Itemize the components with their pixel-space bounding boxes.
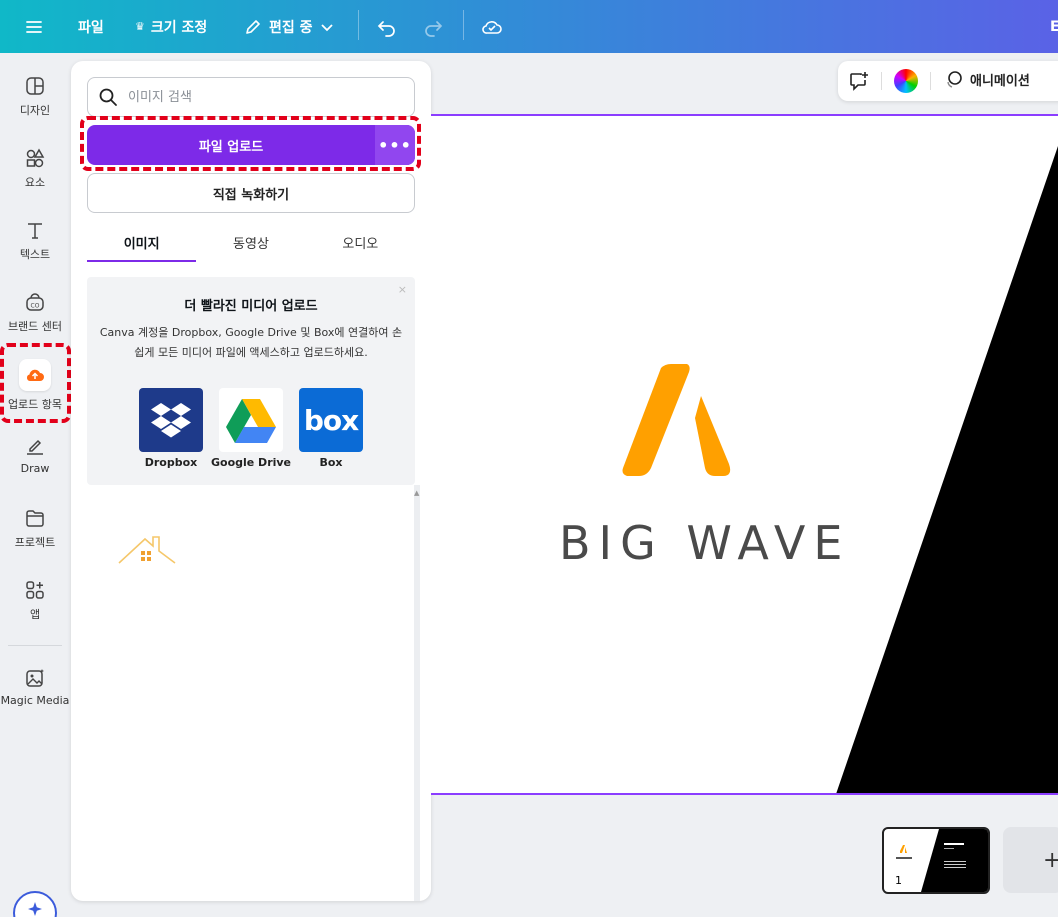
editing-label: 편집 중 bbox=[269, 19, 313, 36]
page-thumbnail[interactable]: 1 bbox=[882, 827, 990, 894]
add-page-button[interactable]: + bbox=[1003, 827, 1058, 893]
design-icon bbox=[26, 77, 44, 95]
search-icon bbox=[99, 88, 117, 106]
record-yourself-button[interactable]: 직접 녹화하기 bbox=[87, 173, 415, 213]
promo-title: 더 빨라진 미디어 업로드 bbox=[184, 299, 318, 314]
rail-item-text[interactable]: 텍스트 bbox=[0, 219, 70, 262]
media-type-tabs: 이미지 동영상 오디오 bbox=[87, 223, 415, 262]
resize-button[interactable]: ♛ 크기 조정 bbox=[135, 0, 207, 53]
upload-button-highlight-outline bbox=[80, 116, 421, 171]
tab-label: 동영상 bbox=[233, 236, 269, 252]
hamburger-icon bbox=[26, 20, 42, 33]
animation-icon bbox=[947, 71, 962, 88]
rail-divider bbox=[8, 645, 62, 646]
dropbox-connect-button[interactable]: Dropbox bbox=[135, 388, 207, 469]
tab-images[interactable]: 이미지 bbox=[87, 223, 197, 262]
tab-label: 이미지 bbox=[123, 236, 160, 252]
dropbox-icon bbox=[139, 388, 203, 452]
toolbar-divider bbox=[358, 10, 359, 40]
left-rail: 디자인 요소 텍스트 CO 브랜드 센터 업로드 항목 Draw 프로젝트 앱 … bbox=[0, 53, 70, 917]
color-wheel-icon[interactable] bbox=[894, 69, 918, 93]
box-connect-button[interactable]: box Box bbox=[295, 388, 367, 469]
brand-name-text[interactable]: BIG WAVE bbox=[559, 516, 850, 570]
file-menu-label: 파일 bbox=[78, 19, 104, 36]
animate-button[interactable]: 애니메이션 bbox=[944, 69, 1030, 89]
undo-icon bbox=[377, 20, 395, 37]
rail-item-label: 앱 bbox=[29, 608, 41, 621]
black-diagonal-shape bbox=[836, 146, 1058, 793]
service-label: Google Drive bbox=[210, 456, 292, 469]
rail-item-design[interactable]: 디자인 bbox=[0, 75, 70, 118]
menu-button[interactable] bbox=[24, 0, 44, 53]
record-yourself-label: 직접 녹화하기 bbox=[212, 187, 290, 203]
image-search-field[interactable] bbox=[87, 77, 415, 117]
panel-scrollbar[interactable] bbox=[414, 485, 420, 901]
elements-icon bbox=[26, 148, 45, 168]
rail-item-label: 텍스트 bbox=[19, 248, 51, 261]
rail-item-label: 요소 bbox=[24, 176, 46, 189]
draw-icon bbox=[27, 439, 43, 455]
pencil-icon bbox=[246, 19, 260, 34]
rail-item-draw[interactable]: Draw bbox=[0, 435, 70, 475]
apps-icon bbox=[26, 581, 44, 599]
topbar-right-partial[interactable]: E bbox=[1050, 0, 1058, 53]
comment-add-icon bbox=[850, 72, 868, 91]
page-number: 1 bbox=[895, 874, 902, 887]
tab-label: 오디오 bbox=[342, 236, 379, 252]
rail-item-label: Draw bbox=[20, 462, 50, 475]
sparkle-icon bbox=[28, 902, 42, 916]
box-logo-text: box bbox=[303, 403, 359, 437]
scroll-up-arrow-icon[interactable]: ▲ bbox=[414, 489, 419, 497]
undo-button[interactable] bbox=[376, 0, 398, 53]
top-toolbar: 파일 ♛ 크기 조정 편집 중 E bbox=[0, 0, 1058, 53]
google-drive-connect-button[interactable]: Google Drive bbox=[211, 388, 291, 469]
tab-audio[interactable]: 오디오 bbox=[306, 223, 415, 261]
folder-icon bbox=[26, 510, 44, 527]
cloud-connect-promo: × 더 빨라진 미디어 업로드 Canva 계정을 Dropbox, Googl… bbox=[87, 277, 415, 485]
promo-description: Canva 계정을 Dropbox, Google Drive 및 Box에 연… bbox=[99, 326, 403, 359]
svg-text:CO: CO bbox=[31, 303, 40, 310]
design-page[interactable] bbox=[431, 114, 1058, 795]
tab-videos[interactable]: 동영상 bbox=[196, 223, 305, 261]
google-drive-icon bbox=[219, 388, 283, 452]
comment-add-button[interactable] bbox=[848, 70, 870, 96]
plus-icon: + bbox=[1043, 847, 1058, 873]
redo-button[interactable] bbox=[422, 0, 444, 53]
topbar-right-partial-label: E bbox=[1050, 18, 1058, 35]
service-label: Box bbox=[319, 456, 343, 469]
rail-item-elements[interactable]: 요소 bbox=[0, 147, 70, 190]
box-icon: box bbox=[299, 388, 363, 452]
redo-icon bbox=[425, 20, 443, 37]
context-toolbar: 애니메이션 bbox=[838, 61, 1058, 101]
rail-item-apps[interactable]: 앱 bbox=[0, 579, 70, 622]
rail-item-magic-media[interactable]: Magic Media bbox=[0, 667, 70, 707]
magic-media-icon bbox=[26, 669, 44, 687]
image-search-input[interactable] bbox=[128, 89, 388, 105]
rail-item-projects[interactable]: 프로젝트 bbox=[0, 507, 70, 550]
rail-item-label: 디자인 bbox=[19, 104, 51, 117]
rail-item-label: 브랜드 센터 bbox=[7, 320, 63, 333]
rail-item-label: 프로젝트 bbox=[14, 536, 56, 549]
brand-icon: CO bbox=[26, 293, 44, 311]
uploads-highlight-outline bbox=[0, 343, 71, 423]
toolbar-divider bbox=[881, 72, 882, 90]
crown-icon: ♛ bbox=[135, 20, 145, 33]
resize-label: 크기 조정 bbox=[150, 19, 208, 36]
toolbar-divider bbox=[463, 10, 464, 40]
chevron-down-icon bbox=[320, 23, 333, 31]
rail-item-label: Magic Media bbox=[0, 694, 70, 707]
file-menu[interactable]: 파일 bbox=[78, 0, 104, 53]
animate-label: 애니메이션 bbox=[970, 73, 1030, 89]
uploaded-image-thumbnail[interactable] bbox=[115, 527, 179, 575]
toolbar-divider bbox=[930, 72, 931, 90]
brand-logo-mark bbox=[622, 364, 731, 476]
cloud-check-icon bbox=[482, 20, 502, 34]
editing-mode-dropdown[interactable]: 편집 중 bbox=[243, 0, 335, 53]
service-label: Dropbox bbox=[144, 456, 198, 469]
uploads-panel: 파일 업로드 ••• 직접 녹화하기 이미지 동영상 오디오 × 더 빨라진 미… bbox=[71, 61, 431, 901]
text-icon bbox=[28, 223, 42, 239]
save-status-button[interactable] bbox=[480, 0, 504, 53]
rail-item-brand[interactable]: CO 브랜드 센터 bbox=[0, 291, 70, 334]
